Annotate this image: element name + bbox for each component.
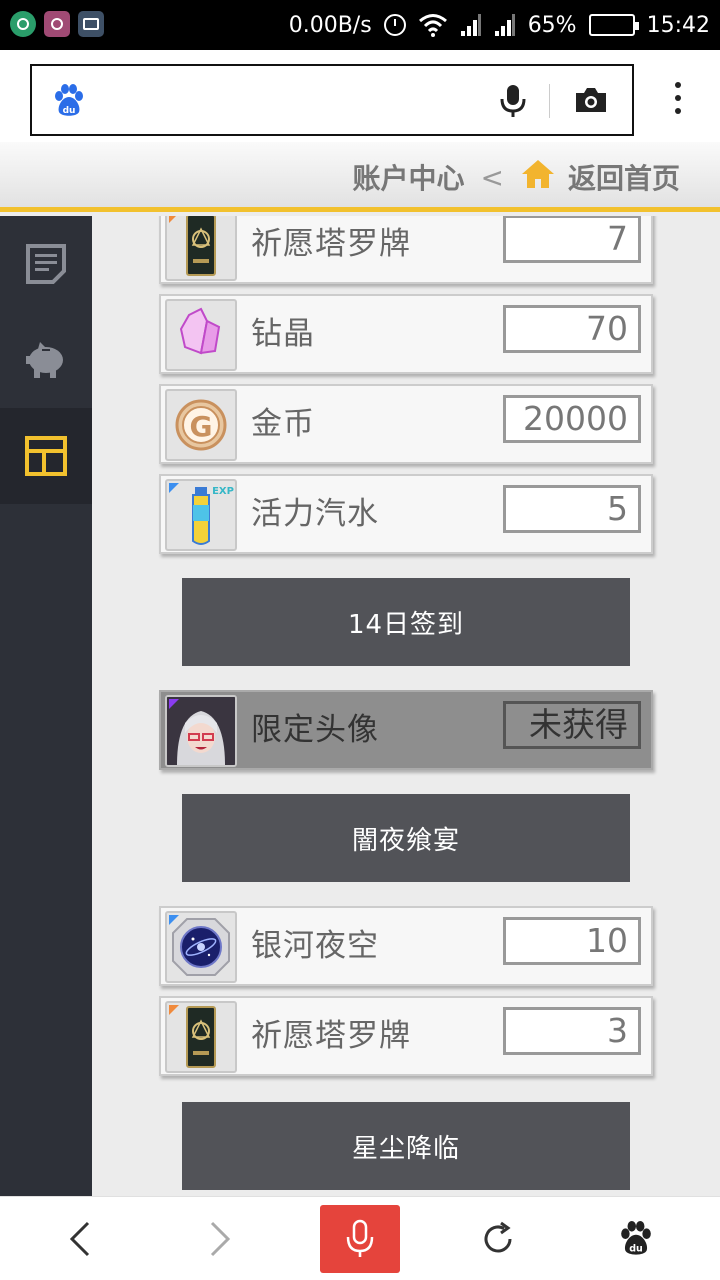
gold-coin-icon: G (165, 389, 237, 461)
search-box[interactable]: du (30, 64, 634, 136)
wifi-icon (418, 13, 448, 37)
rewards-list: 祈愿塔罗牌 7 钻晶 70 G 金币 20000 EXP 活力汽水 5 14日签… (92, 216, 720, 1196)
svg-text:du: du (629, 1244, 643, 1255)
sidebar-item-savings[interactable] (0, 312, 92, 408)
tarot-card-icon (165, 216, 237, 281)
reward-quantity: 10 (503, 917, 641, 965)
notification-icons (10, 11, 104, 37)
reward-item-energy-drink: EXP 活力汽水 5 (159, 474, 653, 554)
svg-text:G: G (190, 410, 213, 443)
checkin-14day-button[interactable]: 14日签到 (182, 578, 630, 666)
clock: 15:42 (646, 12, 710, 38)
reward-quantity: 20000 (503, 395, 641, 443)
camera-icon[interactable] (574, 86, 608, 118)
toolbar-divider (549, 84, 550, 118)
sidebar-item-layout[interactable] (0, 408, 92, 504)
refresh-icon[interactable] (458, 1197, 538, 1280)
energy-drink-icon: EXP (165, 479, 237, 551)
bottom-navigation: du (0, 1196, 720, 1280)
camera-app-icon (44, 11, 70, 37)
reward-item-avatar: 限定头像 未获得 (159, 690, 653, 770)
status-bar: 0.00B/s 65% 15:42 (0, 0, 720, 50)
reward-item-crystal: 钻晶 70 (159, 294, 653, 374)
browser-toolbar: du (0, 50, 720, 142)
exp-badge: EXP (212, 486, 234, 497)
net-speed: 0.00B/s (288, 12, 372, 38)
reward-quantity: 5 (503, 485, 641, 533)
signal-icon-1 (460, 13, 482, 37)
voice-search-icon[interactable] (320, 1205, 400, 1273)
reward-name: 限定头像 (251, 712, 379, 748)
sidebar-item-document[interactable] (0, 216, 92, 312)
tarot-card-icon (165, 1001, 237, 1073)
more-menu-icon[interactable] (674, 82, 682, 114)
battery-icon (588, 14, 639, 36)
reward-quantity: 7 (503, 216, 641, 263)
reward-status: 未获得 (503, 701, 641, 749)
reward-quantity: 70 (503, 305, 641, 353)
chevron-left-icon: < (480, 160, 504, 194)
avatar-portrait-icon (165, 695, 237, 767)
piggy-bank-icon (26, 342, 63, 378)
reward-name: 金币 (251, 406, 315, 442)
stardust-descent-button[interactable]: 星尘降临 (182, 1102, 630, 1190)
home-icon[interactable] (520, 158, 556, 197)
back-home-link[interactable]: 返回首页 (568, 157, 680, 197)
reward-item-tarot-2: 祈愿塔罗牌 3 (159, 996, 653, 1076)
alarm-icon (383, 14, 406, 36)
gallery-app-icon (78, 11, 104, 37)
signal-icon-2 (494, 13, 516, 37)
system-status: 0.00B/s 65% 15:42 (289, 0, 710, 50)
chat-app-icon (10, 11, 36, 37)
document-icon (26, 244, 66, 284)
reward-quantity: 3 (503, 1007, 641, 1055)
header-nav: 账户中心 < 返回首页 (353, 142, 680, 212)
reward-item-tarot: 祈愿塔罗牌 7 (159, 216, 653, 284)
reward-name: 祈愿塔罗牌 (251, 226, 411, 262)
sidebar (0, 216, 92, 1196)
dark-night-feast-button[interactable]: 闇夜飨宴 (182, 794, 630, 882)
forward-icon[interactable] (180, 1197, 260, 1280)
back-icon[interactable] (40, 1197, 120, 1280)
reward-name: 钻晶 (251, 316, 315, 352)
battery-percent: 65% (527, 12, 577, 38)
microphone-icon[interactable] (500, 84, 526, 122)
reward-item-gold: G 金币 20000 (159, 384, 653, 464)
galaxy-orb-icon (165, 911, 237, 983)
reward-name: 祈愿塔罗牌 (251, 1018, 411, 1054)
svg-text:du: du (63, 106, 76, 116)
page-header: 账户中心 < 返回首页 (0, 142, 720, 212)
baidu-paw-icon[interactable]: du (52, 84, 86, 122)
reward-name: 活力汽水 (251, 496, 379, 532)
account-center-link[interactable]: 账户中心 (353, 157, 465, 197)
layout-icon (25, 436, 67, 476)
reward-name: 银河夜空 (251, 928, 379, 964)
reward-item-galaxy: 银河夜空 10 (159, 906, 653, 986)
baidu-home-icon[interactable]: du (596, 1197, 676, 1280)
crystal-icon (165, 299, 237, 371)
